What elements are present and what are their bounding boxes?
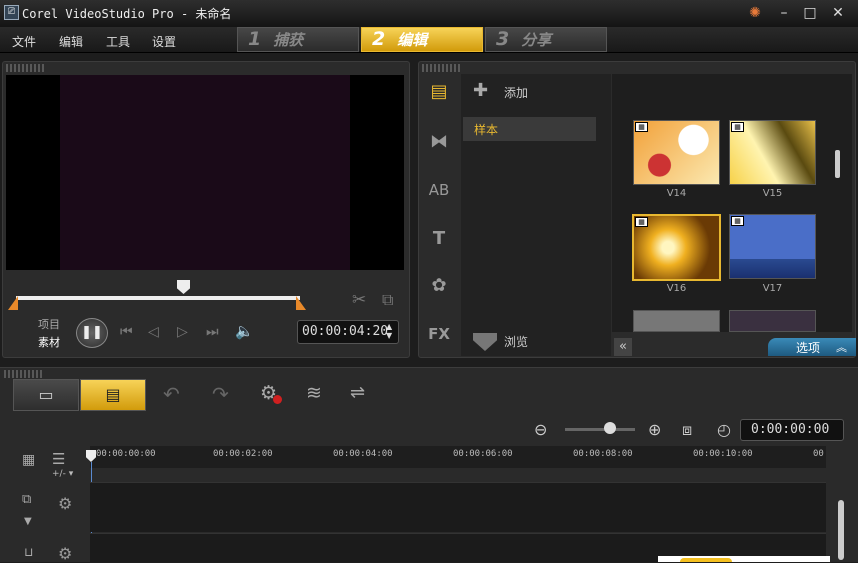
timeline-timecode[interactable]: 0:00:00:00 bbox=[740, 419, 844, 441]
thumbnail-partial[interactable] bbox=[633, 310, 720, 332]
video-clip-icon: ▦ bbox=[731, 216, 744, 226]
zoom-out-icon[interactable]: ⊖ bbox=[534, 420, 547, 439]
video-clip-icon: ▦ bbox=[731, 122, 744, 132]
scrubber-bar[interactable] bbox=[16, 296, 300, 300]
undo-icon[interactable]: ↶ bbox=[163, 382, 180, 406]
end-icon[interactable]: ⏭ bbox=[206, 324, 219, 340]
thumbnail-partial[interactable] bbox=[729, 310, 816, 332]
browse-button[interactable]: 浏览 bbox=[504, 333, 528, 350]
timeline-scrollbar[interactable] bbox=[838, 500, 844, 560]
add-folder-button[interactable]: 添加 bbox=[504, 84, 528, 101]
preview-frame bbox=[60, 75, 350, 270]
maximize-button[interactable]: □ bbox=[800, 4, 820, 22]
fit-project-icon[interactable]: ⧈ bbox=[682, 420, 692, 440]
thumbnail-label: V15 bbox=[762, 188, 783, 199]
clip-mode-label[interactable]: 素材 bbox=[38, 334, 60, 350]
help-icon[interactable]: ✺ bbox=[745, 4, 765, 22]
options-label: 选项 bbox=[796, 341, 821, 355]
ruler-tick: 00:00:08:00 bbox=[573, 449, 633, 459]
copy-icon[interactable]: ⧉ bbox=[382, 290, 393, 310]
overlay-track-icon: ⚙ bbox=[58, 544, 73, 563]
tab-share[interactable]: 3 分享 bbox=[485, 27, 607, 52]
timeline-view-button[interactable]: ▤ bbox=[80, 379, 146, 411]
transition-icon[interactable]: ⧓ bbox=[425, 128, 453, 156]
previous-frame-icon[interactable]: ◁ bbox=[148, 324, 159, 340]
ruler-tick: 00:00:04:00 bbox=[333, 449, 393, 459]
title-ab-icon[interactable]: AB bbox=[425, 176, 453, 204]
auto-music-icon[interactable]: ⇌ bbox=[350, 382, 365, 403]
ruler-tick: 00:00:10:00 bbox=[693, 449, 753, 459]
notification-badge bbox=[680, 558, 732, 562]
track-manager-icon[interactable]: ▦ bbox=[22, 452, 35, 468]
tab-capture[interactable]: 1 捕获 bbox=[237, 27, 359, 52]
window-title: Corel VideoStudio Pro - 未命名 bbox=[22, 7, 232, 21]
thumbnail-label: V17 bbox=[762, 283, 783, 294]
menu-edit[interactable]: 编辑 bbox=[59, 33, 83, 50]
ruler-tick: 00:00:02:00 bbox=[213, 449, 273, 459]
cut-icon[interactable]: ✂ bbox=[352, 290, 366, 310]
zoom-slider-thumb[interactable] bbox=[604, 422, 616, 434]
app-logo-icon: ⎚ bbox=[4, 5, 19, 20]
chevron-up-icon: ︽ bbox=[836, 341, 847, 354]
tab-edit[interactable]: 2 编辑 bbox=[361, 27, 483, 52]
panel-grip bbox=[6, 64, 46, 72]
graphics-icon[interactable]: ✿ bbox=[425, 272, 453, 300]
storyboard-view-button[interactable]: ▭ bbox=[13, 379, 79, 411]
library-scrollbar[interactable] bbox=[835, 150, 840, 178]
collapse-library-icon[interactable]: « bbox=[614, 338, 632, 356]
timecode-stepper[interactable]: ▲ ▼ bbox=[386, 322, 392, 340]
home-icon[interactable]: ⏮ bbox=[120, 324, 133, 340]
menu-file[interactable]: 文件 bbox=[12, 33, 36, 50]
menu-tools[interactable]: 工具 bbox=[106, 33, 130, 50]
player-timecode[interactable]: 00:00:04:20 bbox=[297, 320, 399, 344]
video-track-icon: ⚙ bbox=[58, 494, 73, 513]
next-frame-icon[interactable]: ▷ bbox=[177, 324, 188, 340]
track-lock-icon[interactable]: ⊔ bbox=[24, 545, 33, 559]
add-remove-track-button[interactable]: +/- ▾ bbox=[52, 469, 73, 479]
panel-grip bbox=[422, 64, 462, 72]
ruler-tick: 00:00:00:00 bbox=[96, 449, 156, 459]
add-icon[interactable]: ✚ bbox=[473, 80, 488, 101]
folder-item-label: 样本 bbox=[474, 123, 499, 137]
panel-grip bbox=[4, 370, 44, 378]
ruler-tick: 00 bbox=[813, 449, 824, 459]
clock-icon: ◴ bbox=[717, 420, 731, 439]
menu-settings[interactable]: 设置 bbox=[152, 33, 176, 50]
close-button[interactable]: ✕ bbox=[828, 4, 848, 22]
track-visibility-icon[interactable]: ⧉ bbox=[22, 492, 31, 507]
minimize-button[interactable]: – bbox=[774, 4, 794, 22]
fx-filter-icon[interactable]: FX bbox=[425, 320, 453, 348]
record-dot-icon bbox=[273, 395, 282, 404]
thumbnail-label: V14 bbox=[666, 188, 687, 199]
volume-icon[interactable]: 🔈 bbox=[235, 322, 254, 340]
ruler-tick: 00:00:06:00 bbox=[453, 449, 513, 459]
zoom-in-icon[interactable]: ⊕ bbox=[648, 420, 661, 439]
audio-mixer-icon[interactable]: ≋ bbox=[306, 382, 322, 404]
track-expand-icon[interactable]: ▼ bbox=[24, 516, 32, 527]
pause-button[interactable]: ❚❚ bbox=[76, 318, 108, 348]
text-t-icon[interactable]: T bbox=[425, 225, 453, 253]
media-library-icon[interactable]: ▤ bbox=[425, 78, 453, 106]
video-clip-icon: ▦ bbox=[635, 122, 648, 132]
chapter-list-icon[interactable]: ☰ bbox=[52, 450, 65, 468]
video-clip-icon: ▦ bbox=[635, 217, 648, 227]
zoom-slider[interactable] bbox=[565, 428, 635, 431]
redo-icon[interactable]: ↷ bbox=[212, 382, 229, 406]
project-mode-label[interactable]: 项目 bbox=[38, 316, 60, 332]
video-track[interactable] bbox=[90, 482, 826, 532]
thumbnail-label: V16 bbox=[666, 283, 687, 294]
